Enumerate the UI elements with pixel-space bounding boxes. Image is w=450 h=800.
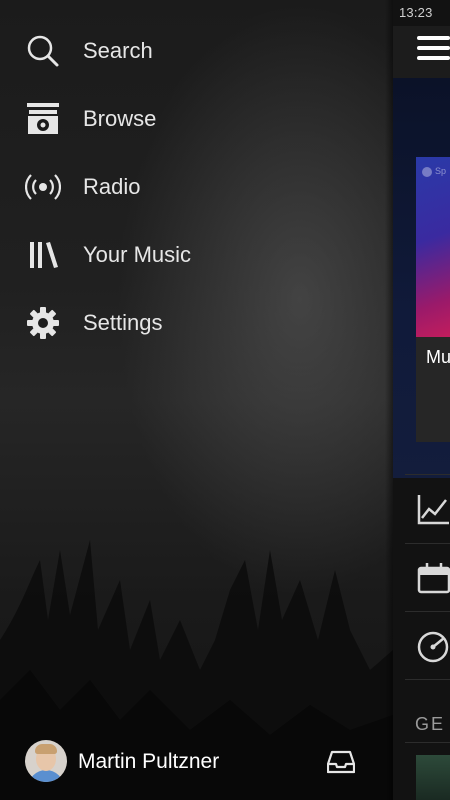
calendar-icon — [417, 563, 450, 594]
menu-label-radio: Radio — [83, 174, 141, 199]
menu-label-settings: Settings — [83, 310, 163, 335]
status-time: 13:23 — [399, 5, 433, 20]
menu-item-your-music[interactable]: Your Music — [0, 221, 393, 289]
card-title: Mu — [426, 347, 450, 367]
discover-row[interactable] — [405, 611, 450, 680]
profile-name: Martin Pultzner — [78, 750, 220, 773]
menu-item-radio[interactable]: Radio — [0, 153, 393, 221]
card-badge-text: Sp — [435, 166, 447, 176]
calendar-row[interactable] — [405, 543, 450, 612]
menu-label-browse: Browse — [83, 106, 157, 131]
menu-label-search: Search — [83, 38, 153, 63]
menu-label-your-music: Your Music — [83, 242, 192, 267]
featured-card[interactable]: Sp Mu — [416, 157, 450, 442]
discover-icon — [417, 631, 449, 663]
row-divider — [405, 679, 450, 680]
avatar — [25, 740, 67, 782]
user-profile[interactable]: Martin Pultzner — [25, 740, 325, 784]
search-icon — [27, 35, 59, 67]
chart-row[interactable] — [405, 474, 450, 543]
spotify-logo-icon — [422, 167, 432, 177]
hamburger-icon[interactable] — [417, 34, 450, 62]
gear-icon — [27, 307, 59, 339]
main-content: 13:23 Sp Mu — [393, 0, 450, 800]
status-bar: 13:23 — [393, 0, 450, 26]
menu-item-search[interactable]: Search — [0, 17, 393, 85]
genre-thumbnail[interactable] — [416, 755, 450, 800]
card-artwork: Sp — [416, 157, 450, 337]
app-screen: 13:23 Sp Mu GE Search Browse Radio Your … — [0, 0, 450, 800]
navigation-drawer: Search Browse Radio Your Music Settings … — [0, 0, 393, 800]
inbox-icon[interactable] — [327, 750, 355, 774]
chart-icon — [417, 495, 449, 525]
section-label: GE — [415, 714, 446, 734]
top-bar — [393, 26, 450, 78]
menu-item-browse[interactable]: Browse — [0, 85, 393, 153]
drawer-edge-shadow — [385, 0, 393, 800]
browse-icon — [27, 103, 59, 134]
section-divider — [405, 742, 450, 743]
your-music-icon — [30, 242, 58, 268]
menu-item-settings[interactable]: Settings — [0, 289, 393, 357]
radio-icon — [25, 174, 61, 200]
